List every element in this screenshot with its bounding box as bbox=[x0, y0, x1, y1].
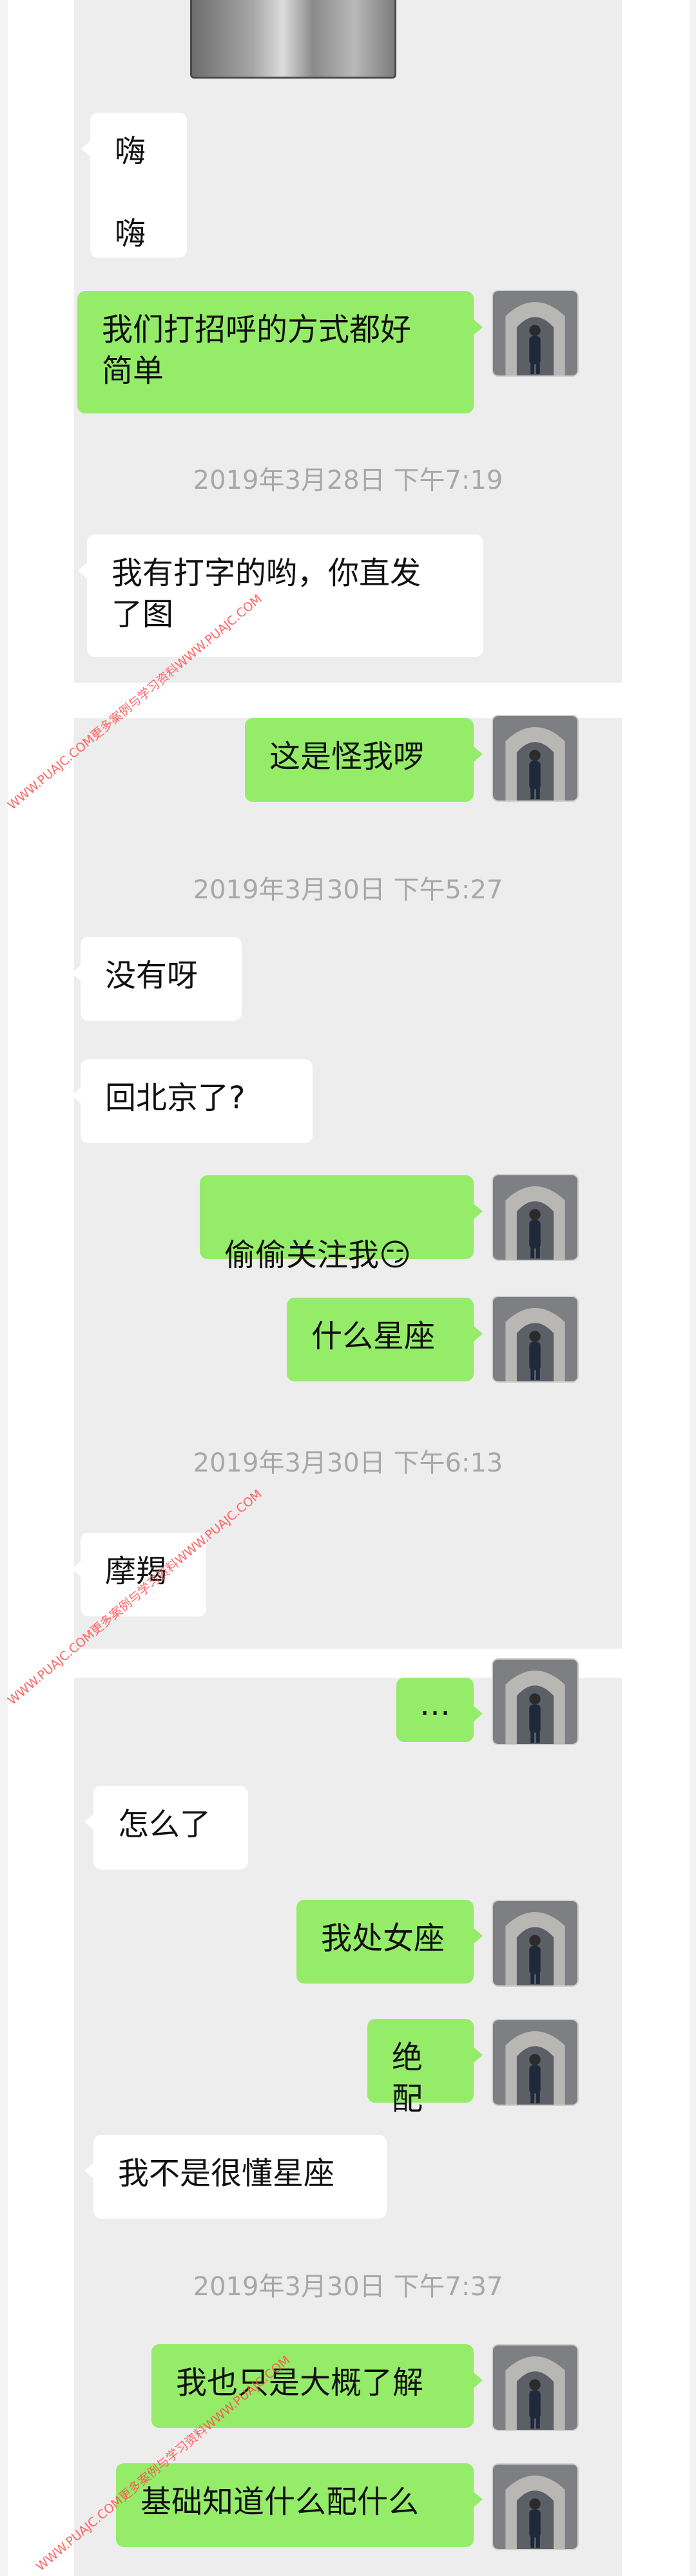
outgoing-message-bubble[interactable]: 我处女座 bbox=[296, 1900, 483, 1984]
person-photo-icon bbox=[493, 1175, 577, 1260]
message-timestamp: 2019年3月30日 下午5:27 bbox=[193, 875, 503, 905]
smirk-emoji-icon: 😏 bbox=[379, 1237, 412, 1273]
incoming-message-bubble[interactable]: 嗨 嗨 bbox=[81, 113, 187, 258]
incoming-message-bubble[interactable]: 我有打字的哟，你直发 了图 bbox=[78, 535, 483, 657]
avatar[interactable] bbox=[492, 2463, 579, 2550]
incoming-message-bubble[interactable]: 回北京了? bbox=[72, 1059, 313, 1143]
avatar[interactable] bbox=[492, 1900, 579, 1987]
outgoing-message-bubble[interactable]: 我也只是大概了解 bbox=[151, 2344, 483, 2428]
avatar[interactable] bbox=[492, 290, 579, 377]
person-photo-icon bbox=[493, 2465, 577, 2549]
chat-panel-3[interactable]: … 怎么了 我处女座 绝配 我不是很懂星座 2019年3月30日 下午7:37 … bbox=[74, 1658, 622, 2576]
left-margin bbox=[0, 0, 8, 2576]
outgoing-message-bubble[interactable]: 什么星座 bbox=[287, 1298, 483, 1381]
right-margin bbox=[690, 0, 696, 2576]
chat-panel-1[interactable]: 嗨 嗨 我们打招呼的方式都好 简单 2019年3月28日 下午7:19 我有打字… bbox=[74, 0, 622, 683]
outgoing-message-bubble[interactable]: 绝配 bbox=[367, 2019, 483, 2117]
avatar[interactable] bbox=[492, 1296, 579, 1383]
chat-panel-2[interactable]: 这是怪我啰 2019年3月30日 下午5:27 没有呀 回北京了? 偷偷关注我😏… bbox=[72, 715, 622, 1649]
avatar[interactable] bbox=[492, 715, 579, 802]
avatar[interactable] bbox=[492, 2344, 579, 2431]
person-photo-icon bbox=[493, 1901, 577, 1985]
message-timestamp: 2019年3月30日 下午6:13 bbox=[193, 1448, 503, 1478]
person-photo-icon bbox=[493, 291, 577, 375]
outgoing-message-bubble[interactable]: 基础知道什么配什么 bbox=[116, 2463, 483, 2547]
incoming-message-bubble[interactable]: 怎么了 bbox=[84, 1786, 248, 1870]
outgoing-message-bubble[interactable]: 这是怪我啰 bbox=[245, 718, 483, 802]
incoming-message-bubble[interactable]: 没有呀 bbox=[72, 937, 242, 1021]
person-photo-icon bbox=[493, 2345, 577, 2430]
person-photo-icon bbox=[493, 2020, 577, 2105]
avatar[interactable] bbox=[492, 1658, 579, 1745]
message-timestamp: 2019年3月30日 下午7:37 bbox=[193, 2272, 503, 2302]
person-photo-icon bbox=[493, 1660, 577, 1744]
message-timestamp: 2019年3月28日 下午7:19 bbox=[193, 466, 503, 495]
person-photo-icon bbox=[493, 716, 577, 800]
avatar[interactable] bbox=[492, 2019, 579, 2106]
image-message-fragment[interactable] bbox=[190, 0, 396, 79]
avatar[interactable] bbox=[492, 1174, 579, 1261]
outgoing-message-bubble[interactable]: 偷偷关注我😏 bbox=[200, 1175, 483, 1273]
message-text: 偷偷关注我 bbox=[224, 1237, 380, 1273]
incoming-message-bubble[interactable]: 我不是很懂星座 bbox=[84, 2135, 387, 2219]
outgoing-message-bubble[interactable]: 我们打招呼的方式都好 简单 bbox=[77, 291, 483, 413]
person-photo-icon bbox=[493, 1297, 577, 1381]
outgoing-message-bubble[interactable]: … bbox=[396, 1678, 483, 1742]
